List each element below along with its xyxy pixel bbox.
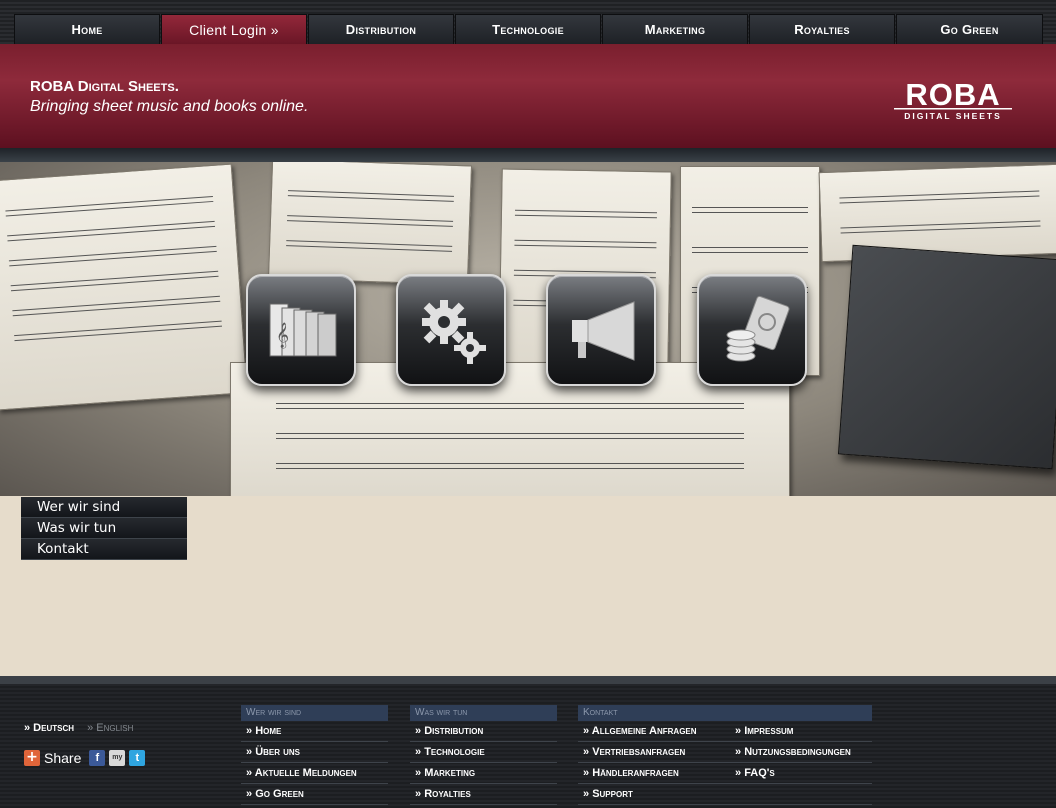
sub-navigation: Wer wir sind Was wir tun Kontakt <box>21 497 187 560</box>
brand-header: ROBA Digital Sheets. Bringing sheet musi… <box>0 44 1056 148</box>
footer-link-marketing[interactable]: Marketing <box>410 763 557 784</box>
subnav-was-wir-tun[interactable]: Was wir tun <box>21 518 187 539</box>
myspace-icon[interactable]: my <box>109 750 126 766</box>
sheet-music-page <box>267 162 473 286</box>
footer-column-kontakt: Kontakt Allgemeine Anfragen Vertriebsanf… <box>578 705 872 805</box>
lang-deutsch-link[interactable]: » Deutsch <box>24 722 74 734</box>
footer-link-technologie[interactable]: Technologie <box>410 742 557 763</box>
nav-technologie[interactable]: Technologie <box>455 14 601 44</box>
brand-tagline: Bringing sheet music and books online. <box>30 98 309 115</box>
logo-bottom-text: DIGITAL SHEETS <box>904 111 1002 121</box>
language-switcher: » Deutsch » English <box>24 722 133 734</box>
top-navigation: Home Client Login » Distribution Technol… <box>0 0 1056 44</box>
nav-home[interactable]: Home <box>14 14 160 44</box>
twitter-icon[interactable]: t <box>129 750 146 766</box>
nav-royalties[interactable]: Royalties <box>749 14 895 44</box>
distribution-hero-button[interactable]: 𝄞 <box>246 274 356 386</box>
footer-col-heading: Was wir tun <box>410 705 557 721</box>
footer-column-wer-wir-sind: Wer wir sind Home Über uns Aktuelle Meld… <box>241 705 388 805</box>
subnav-wer-wir-sind[interactable]: Wer wir sind <box>21 497 187 518</box>
header-divider <box>0 148 1056 162</box>
footer-link-go-green[interactable]: Go Green <box>241 784 388 805</box>
gears-icon <box>422 300 486 364</box>
footer-link-ueber-uns[interactable]: Über uns <box>241 742 388 763</box>
footer-link-support[interactable]: Support <box>578 784 872 805</box>
footer-column-was-wir-tun: Was wir tun Distribution Technologie Mar… <box>410 705 557 805</box>
footer-link-nutzungsbedingungen[interactable]: Nutzungsbedingungen <box>730 742 874 763</box>
hero-banner: 𝄞 <box>0 162 1056 496</box>
marketing-hero-button[interactable] <box>546 274 656 386</box>
sheet-music-page <box>0 163 248 411</box>
technologie-hero-button[interactable] <box>396 274 506 386</box>
facebook-icon[interactable]: f <box>89 750 106 766</box>
footer-col-heading: Kontakt <box>578 705 872 721</box>
share-bar: + Share f my t <box>24 750 146 766</box>
book-cover <box>837 244 1056 470</box>
roba-logo[interactable]: ROBA DIGITAL SHEETS <box>890 74 1016 122</box>
nav-client-login[interactable]: Client Login » <box>161 14 307 44</box>
footer-link-faqs[interactable]: FAQ's <box>730 763 874 784</box>
nav-marketing[interactable]: Marketing <box>602 14 748 44</box>
footer-link-home[interactable]: Home <box>241 721 388 742</box>
logo-top-text: ROBA <box>905 77 1000 112</box>
footer-link-distribution[interactable]: Distribution <box>410 721 557 742</box>
sheet-music-stack-icon: 𝄞 <box>269 303 337 357</box>
royalties-hero-button[interactable] <box>697 274 807 386</box>
coins-banknotes-icon <box>726 295 790 362</box>
footer: » Deutsch » English + Share f my t Wer w… <box>0 676 1056 808</box>
share-label[interactable]: Share <box>44 750 81 766</box>
nav-distribution[interactable]: Distribution <box>308 14 454 44</box>
megaphone-icon <box>572 301 635 361</box>
subnav-kontakt[interactable]: Kontakt <box>21 539 187 560</box>
svg-text:𝄞: 𝄞 <box>276 322 289 348</box>
footer-col-heading: Wer wir sind <box>241 705 388 721</box>
footer-link-aktuelle-meldungen[interactable]: Aktuelle Meldungen <box>241 763 388 784</box>
lang-english-link[interactable]: » English <box>87 722 133 734</box>
brand-title: ROBA Digital Sheets. <box>30 78 179 95</box>
share-plus-icon[interactable]: + <box>24 750 40 766</box>
nav-go-green[interactable]: Go Green <box>896 14 1043 44</box>
footer-link-royalties[interactable]: Royalties <box>410 784 557 805</box>
footer-link-impressum[interactable]: Impressum <box>730 721 874 742</box>
footer-kontakt-subcolumn: Impressum Nutzungsbedingungen FAQ's <box>730 721 874 784</box>
